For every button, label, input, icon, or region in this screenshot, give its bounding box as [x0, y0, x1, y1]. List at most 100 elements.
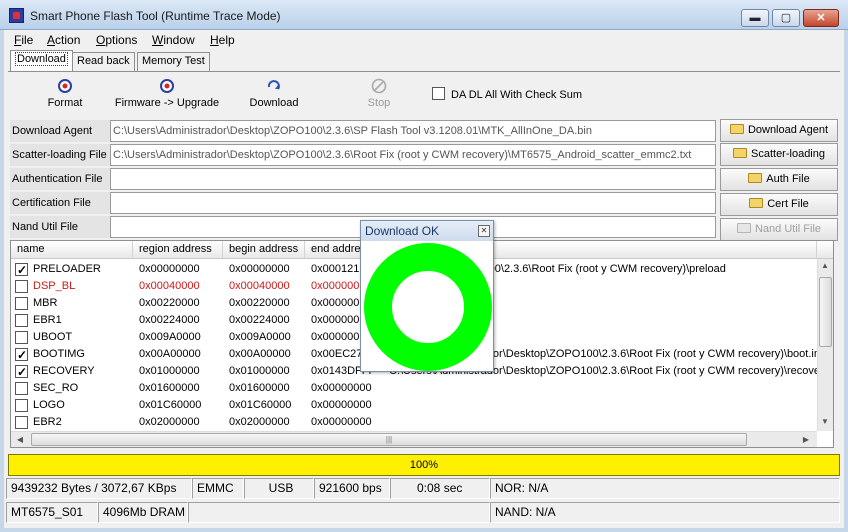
menu-help[interactable]: Help — [210, 33, 235, 47]
tab-memory-test[interactable]: Memory Test — [137, 52, 210, 71]
close-button[interactable]: ✕ — [803, 9, 839, 27]
menu-window[interactable]: Window — [152, 33, 195, 47]
scroll-left-icon[interactable]: ◀ — [13, 435, 27, 444]
status-storage: EMMC — [192, 478, 244, 499]
tab-read-back[interactable]: Read back — [72, 52, 135, 71]
cell-begin: 0x02000000 — [229, 416, 290, 428]
cell-name: SEC_RO — [33, 382, 79, 394]
vertical-scroll-thumb[interactable] — [819, 277, 832, 347]
cell-name: DSP_BL — [33, 280, 76, 292]
progress-bar: 100% — [8, 454, 840, 476]
scroll-right-icon[interactable]: ▶ — [799, 435, 813, 444]
vertical-scrollbar[interactable]: ▲ ▼ — [817, 259, 833, 431]
row-checkbox[interactable] — [15, 331, 28, 344]
cell-begin: 0x01600000 — [229, 382, 290, 394]
row-checkbox[interactable] — [15, 263, 28, 276]
row-checkbox[interactable] — [15, 382, 28, 395]
dialog-title: Download OK — [361, 221, 493, 241]
cell-name: PRELOADER — [33, 263, 101, 275]
status-bytes: 9439232 Bytes / 3072,67 KBps — [6, 478, 192, 499]
row-checkbox[interactable] — [15, 416, 28, 429]
cell-end: 0x00000000 — [311, 399, 372, 411]
cell-name: LOGO — [33, 399, 65, 411]
app-icon — [9, 8, 24, 23]
download-ok-dialog: Download OK ✕ — [360, 220, 494, 372]
menu-action[interactable]: Action — [47, 33, 80, 47]
cell-name: EBR2 — [33, 416, 62, 428]
header-name[interactable]: name — [11, 241, 133, 259]
menu-bar: File Action Options Window Help — [4, 30, 844, 50]
cell-region: 0x01600000 — [139, 382, 200, 394]
cell-begin: 0x00224000 — [229, 314, 290, 326]
row-checkbox[interactable] — [15, 399, 28, 412]
cell-begin: 0x00220000 — [229, 297, 290, 309]
cell-end: 0x00000000 — [311, 382, 372, 394]
tab-download[interactable]: Download — [10, 50, 73, 71]
tab-panel-border — [8, 71, 840, 72]
nand-util-button[interactable]: Nand Util File — [720, 218, 838, 241]
folder-icon — [736, 223, 751, 233]
authentication-label: Authentication File — [10, 168, 110, 190]
certification-label: Certification File — [10, 192, 110, 214]
title-bar: Smart Phone Flash Tool (Runtime Trace Mo… — [0, 0, 848, 30]
certification-path-field[interactable] — [110, 192, 716, 214]
folder-icon — [733, 148, 747, 158]
row-checkbox[interactable] — [15, 314, 28, 327]
row-checkbox[interactable] — [15, 280, 28, 293]
scatter-loading-path-field[interactable]: C:\Users\Administrador\Desktop\ZOPO100\2… — [110, 144, 716, 166]
cell-region: 0x01000000 — [139, 365, 200, 377]
header-begin-address[interactable]: begin address — [223, 241, 305, 259]
certification-button[interactable]: Cert File — [720, 193, 838, 216]
authentication-button[interactable]: Auth File — [720, 168, 838, 191]
status-chip: MT6575_S01 — [6, 502, 98, 523]
row-checkbox[interactable] — [15, 365, 28, 378]
row-checkbox[interactable] — [15, 348, 28, 361]
status-baud: 921600 bps — [314, 478, 390, 499]
format-button[interactable]: Format — [40, 78, 90, 114]
download-agent-button-label: Download Agent — [747, 124, 829, 136]
firmware-upgrade-icon — [160, 79, 174, 93]
scatter-loading-button[interactable]: Scatter-loading — [720, 143, 838, 166]
scroll-down-icon[interactable]: ▼ — [818, 417, 832, 426]
scatter-loading-label: Scatter-loading File — [10, 144, 110, 166]
horizontal-scroll-thumb[interactable]: ||| — [31, 433, 747, 446]
scroll-up-icon[interactable]: ▲ — [818, 261, 832, 270]
table-row[interactable]: EBR2 0x02000000 0x02000000 0x00000000 — [11, 414, 817, 431]
dialog-close-button[interactable]: ✕ — [478, 225, 490, 237]
checksum-checkbox[interactable] — [432, 87, 445, 100]
cell-name: EBR1 — [33, 314, 62, 326]
firmware-upgrade-button[interactable]: Firmware -> Upgrade — [112, 78, 222, 114]
folder-icon — [748, 173, 763, 183]
table-row[interactable]: SEC_RO 0x01600000 0x01600000 0x00000000 — [11, 380, 817, 397]
scatter-loading-button-label: Scatter-loading — [751, 148, 825, 160]
certification-button-label: Cert File — [767, 198, 809, 210]
folder-icon — [749, 198, 764, 208]
maximize-button[interactable]: ▢ — [772, 9, 800, 27]
checksum-option[interactable]: DA DL All With Check Sum — [432, 87, 582, 101]
download-agent-label: Download Agent — [10, 120, 110, 142]
download-icon — [267, 80, 280, 90]
status-nor: NOR: N/A — [490, 478, 840, 499]
main-window: File Action Options Window Help Download… — [4, 30, 844, 528]
download-agent-button[interactable]: Download Agent — [720, 119, 838, 142]
authentication-button-label: Auth File — [766, 173, 810, 185]
download-agent-path-field[interactable]: C:\Users\Administrador\Desktop\ZOPO100\2… — [110, 120, 716, 142]
menu-options[interactable]: Options — [96, 33, 137, 47]
row-checkbox[interactable] — [15, 297, 28, 310]
horizontal-scrollbar[interactable]: ◀ ||| ▶ — [11, 431, 817, 447]
cell-begin: 0x00040000 — [229, 280, 290, 292]
table-row[interactable]: LOGO 0x01C60000 0x01C60000 0x00000000 — [11, 397, 817, 414]
nand-util-label: Nand Util File — [10, 216, 110, 238]
status-port: USB — [244, 478, 314, 499]
cell-begin: 0x00000000 — [229, 263, 290, 275]
cell-name: RECOVERY — [33, 365, 95, 377]
download-button[interactable]: Download — [244, 78, 304, 114]
stop-button[interactable]: Stop — [359, 78, 399, 114]
menu-file[interactable]: File — [14, 33, 33, 47]
authentication-path-field[interactable] — [110, 168, 716, 190]
cell-end: 0x00000000 — [311, 416, 372, 428]
nand-util-button-label: Nand Util File — [754, 223, 822, 235]
header-region-address[interactable]: region address — [133, 241, 223, 259]
cell-name: MBR — [33, 297, 58, 309]
minimize-button[interactable]: ▬ — [741, 9, 769, 27]
